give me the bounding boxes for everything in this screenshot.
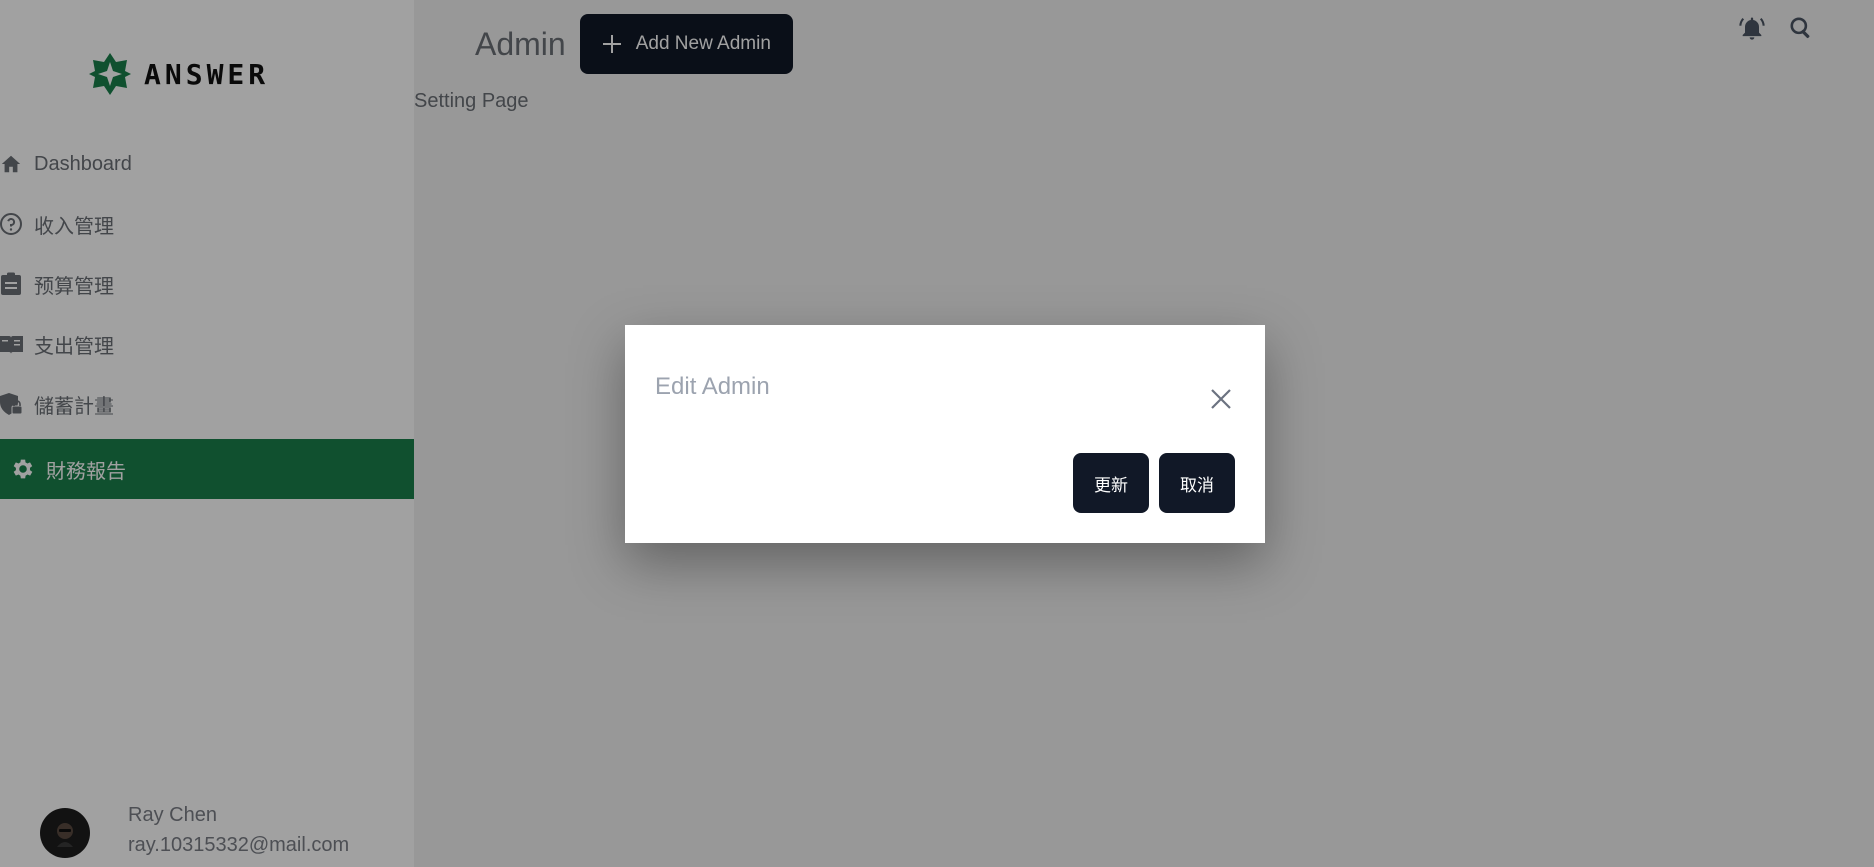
- update-button[interactable]: 更新: [1073, 453, 1149, 513]
- modal-actions: 更新 取消: [1073, 453, 1235, 513]
- app-root: ANSWER Dashboard 收入管理 预算管理 支出管理 儲蓄計畫 財務報…: [0, 0, 1874, 867]
- edit-admin-modal: Edit Admin 更新 取消: [625, 325, 1265, 543]
- close-icon[interactable]: [1209, 387, 1233, 411]
- cancel-button[interactable]: 取消: [1159, 453, 1235, 513]
- modal-title: Edit Admin: [655, 373, 770, 400]
